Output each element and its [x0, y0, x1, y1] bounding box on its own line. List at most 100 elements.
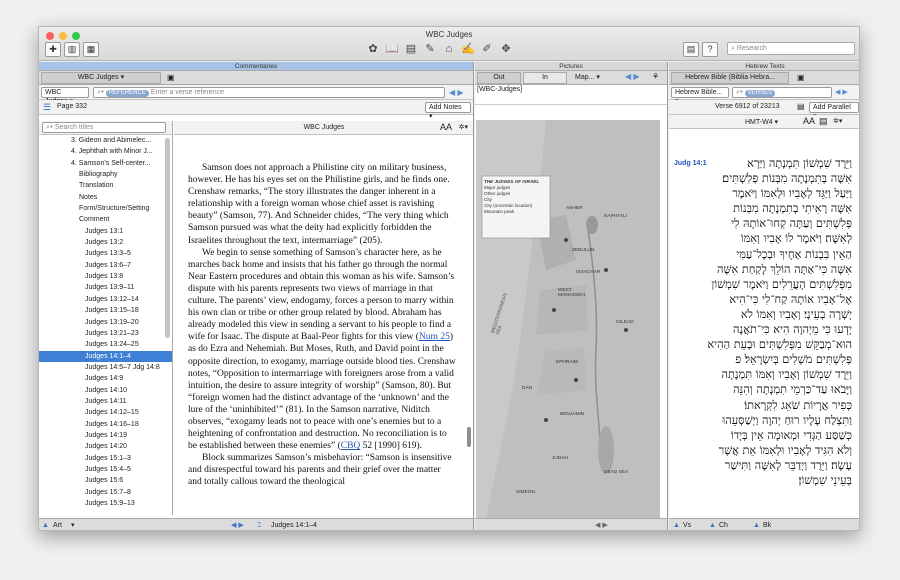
book-icon[interactable]: 📖	[384, 42, 400, 57]
toc-item[interactable]: Translation	[39, 180, 172, 191]
toc-item[interactable]: Judges 13:24–25	[39, 339, 172, 350]
library-icon[interactable]: ▥	[64, 41, 80, 57]
toc-item[interactable]: Comment	[39, 214, 172, 225]
toc-item[interactable]: Bibliography	[39, 169, 172, 180]
hebrew-verse-input[interactable]: ⌕▾ VERSES	[732, 87, 832, 98]
toc-item[interactable]: Judges 14:10	[39, 385, 172, 396]
toc-item[interactable]: Judges 15:4–5	[39, 464, 172, 475]
bk-icon[interactable]: ▲	[753, 519, 760, 530]
book-selector[interactable]: WBC Judges ▾	[41, 87, 89, 105]
tab-in[interactable]: In	[523, 72, 567, 84]
toc-scrollbar[interactable]	[165, 138, 170, 338]
document-icon[interactable]: ▤	[403, 42, 419, 57]
toc-list-icon[interactable]: ☰	[43, 102, 51, 113]
toc-item[interactable]: Judges 13:3–5	[39, 248, 172, 259]
calendar-icon[interactable]: ▦	[83, 41, 99, 57]
verse-reference-input[interactable]: ⌕▾ REFERENCE Enter a verse reference	[93, 87, 445, 98]
verse-info: Verse 6912 of 23213	[715, 103, 780, 110]
art-label[interactable]: Art	[53, 519, 62, 530]
settings-gear-icon[interactable]: ✲▾	[833, 117, 842, 125]
toc-item[interactable]: Judges 15:6	[39, 475, 172, 486]
toc-item[interactable]: Judges 15:1–3	[39, 453, 172, 464]
ch-icon[interactable]: ▲	[709, 519, 716, 530]
search-titles-input[interactable]: ⌕▾ Search titles	[42, 122, 166, 133]
book-label[interactable]: Bk	[763, 519, 771, 530]
help-icon[interactable]: ?	[702, 41, 718, 57]
app-window: WBC Judges ✚ ▥ ▦ ✿ 📖 ▤ ✎ ⌂ ✍ ✐ ✥ ▤ ? ⌕ R…	[38, 26, 860, 531]
compose-icon[interactable]: ✍	[460, 42, 476, 57]
move-icon[interactable]: ✥	[498, 42, 514, 57]
toc-item[interactable]: Judges 14:19	[39, 430, 172, 441]
vs-icon[interactable]: ▲	[673, 519, 680, 530]
num-25-link[interactable]: Num 25	[419, 332, 450, 342]
toc-item[interactable]: Judges 13:12–14	[39, 294, 172, 305]
toc-item[interactable]: 3. Gideon and Abimelec...	[39, 135, 172, 146]
version-bar: HMT-W4 ▾ AA ▤ ✲▾	[669, 115, 859, 129]
judges-map[interactable]: THE JUDGES OF ISRAEL Major judges Other …	[476, 120, 660, 518]
verse-label[interactable]: Vs	[683, 519, 691, 530]
toc-item[interactable]: Judges 14:11	[39, 396, 172, 407]
add-notes-button[interactable]: Add Notes ▾	[425, 102, 471, 120]
art-toggle-icon[interactable]: ▲	[42, 519, 49, 530]
art-dropdown-icon[interactable]: ▾	[71, 519, 75, 530]
hebrew-book-selector[interactable]: Hebrew Bible... ▾	[671, 87, 729, 105]
gear-flower-icon[interactable]: ✿	[365, 42, 381, 57]
edit-icon[interactable]: ✎	[422, 42, 438, 57]
panel-toggle-icon[interactable]: ▣	[167, 73, 175, 82]
toc-item[interactable]: Judges 14:1–4	[39, 350, 172, 362]
verse-reference[interactable]: Judg 14:1	[674, 156, 707, 171]
tag-icon[interactable]: ⌂	[441, 42, 457, 57]
font-size-icon[interactable]: AA	[440, 122, 452, 132]
toc-item[interactable]: Judges 14:20	[39, 441, 172, 452]
font-size-icon[interactable]: AA	[803, 116, 815, 126]
toolbar-center: ✿ 📖 ▤ ✎ ⌂ ✍ ✐ ✥	[365, 41, 514, 57]
toc-item[interactable]: 4. Samson's Self-center...	[39, 158, 172, 169]
paragraph-2-part-a: We begin to sense something of Samson’s …	[188, 247, 455, 343]
footer-nav-arrows[interactable]: ◀ ▶	[231, 519, 244, 530]
toc-item[interactable]: Judges 15:7–8	[39, 487, 172, 498]
notes-icon[interactable]: ▤	[797, 102, 805, 111]
toc-item[interactable]: Form/Structure/Setting	[39, 203, 172, 214]
share-icon[interactable]: ⚘	[652, 72, 659, 81]
toc-item[interactable]: Judges 14:16–18	[39, 419, 172, 430]
toc-item[interactable]: Judges 13:19–20	[39, 317, 172, 328]
bookmark-icon[interactable]: ⌶	[257, 519, 261, 530]
highlight-icon[interactable]: ✐	[479, 42, 495, 57]
toc-item[interactable]: 4. Jephthah with Minor J...	[39, 146, 172, 157]
layout-icon[interactable]: ▤	[683, 41, 699, 57]
chapter-label[interactable]: Ch	[719, 519, 728, 530]
map-popup[interactable]: Map... ▾	[575, 73, 600, 81]
panel-toggle-icon[interactable]: ▣	[797, 73, 805, 82]
back-forward-icon[interactable]: ◀ ▶	[449, 88, 464, 97]
toc-item[interactable]: Judges 13:9–11	[39, 282, 172, 293]
picture-footer-arrows[interactable]: ◀ ▶	[595, 519, 608, 530]
content-scrollbar[interactable]	[467, 427, 471, 447]
tab-out[interactable]: Out	[477, 72, 521, 84]
toc-item[interactable]: Judges 14:9	[39, 373, 172, 384]
toc-item[interactable]: Judges 13:1	[39, 226, 172, 237]
toc-item[interactable]: Judges 14:12–15	[39, 407, 172, 418]
picture-nav-arrows[interactable]: ◀ ▶	[625, 72, 640, 81]
toc-item[interactable]: Judges 13:6–7	[39, 260, 172, 271]
tab-hebrew-bible[interactable]: Hebrew Bible (Biblia Hebra...	[671, 72, 789, 84]
add-panel-icon[interactable]: ✚	[45, 41, 61, 57]
verse-info-bar: Verse 6912 of 23213 ▤ Add Parallel ▾	[669, 100, 859, 120]
view-icon[interactable]: ▤	[819, 116, 828, 127]
research-search-input[interactable]: ⌕ Research	[727, 42, 855, 55]
hebrew-nav-arrows[interactable]: ◀ ▶	[835, 88, 848, 96]
toc-item[interactable]: Judges 13:21–23	[39, 328, 172, 339]
toc-item[interactable]: Notes	[39, 192, 172, 203]
paragraph-3: Block summarizes Samson’s misbehavior: “…	[188, 453, 452, 488]
pictures-footer: ◀ ▶	[475, 518, 667, 530]
version-selector[interactable]: HMT-W4 ▾	[745, 118, 778, 126]
toc-item[interactable]: Judges 15:9–13	[39, 498, 172, 509]
add-parallel-button[interactable]: Add Parallel ▾	[809, 102, 859, 120]
toc-item[interactable]: Judges 13:8	[39, 271, 172, 282]
settings-gear-icon[interactable]: ✲▾	[459, 123, 468, 131]
toc-item[interactable]: Judges 13:2	[39, 237, 172, 248]
toc-item[interactable]: Judges 13:15–18	[39, 305, 172, 316]
map-label: WEST MANASSEH	[558, 288, 585, 298]
toc-item[interactable]: Judges 14:5–7 Jdg 14:8	[39, 362, 172, 373]
cbq-link[interactable]: CBQ	[341, 441, 361, 451]
tab-wbc-judges[interactable]: WBC Judges ▾	[41, 72, 161, 84]
